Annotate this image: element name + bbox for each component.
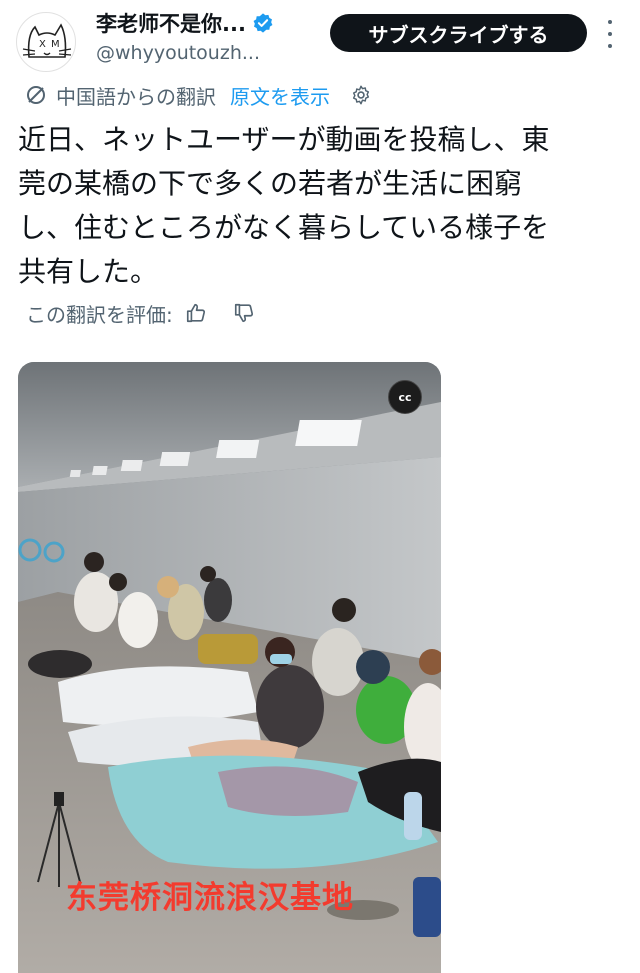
display-name[interactable]: 李老师不是你... xyxy=(96,8,246,38)
translate-icon xyxy=(27,86,45,104)
avatar[interactable]: X M xyxy=(16,12,76,72)
gear-icon[interactable] xyxy=(350,84,372,106)
translation-bar: 中国語からの翻訳 原文を表示 xyxy=(24,80,372,110)
name-row: 李老师不是你... xyxy=(96,8,274,38)
tweet-header: X M 李老师不是你... @whyyoutouzh... サブスクライブする xyxy=(0,0,640,78)
translated-from-label: 中国語からの翻訳 xyxy=(56,84,216,109)
cat-sketch-icon: X M xyxy=(22,23,72,58)
tweet-text: 近日、ネットユーザーが動画を投稿し、東 莞の某橋の下で多くの若者が生活に困窮 し… xyxy=(18,118,618,294)
video-player[interactable]: cc 东莞桥洞流浪汉基地 xyxy=(18,362,441,973)
tweet-line: 莞の某橋の下で多くの若者が生活に困窮 xyxy=(18,167,523,200)
tweet-line: し、住むところがなく暮らしている様子を xyxy=(18,211,550,244)
tweet-line: 共有した。 xyxy=(18,255,159,288)
subscribe-button[interactable]: サブスクライブする xyxy=(330,14,587,52)
svg-text:X: X xyxy=(39,39,46,50)
show-original-link[interactable]: 原文を表示 xyxy=(230,81,330,110)
rate-translation-label: この翻訳を評価: xyxy=(26,302,173,327)
closed-captions-button[interactable]: cc xyxy=(388,380,422,414)
video-watermark-caption: 东莞桥洞流浪汉基地 xyxy=(66,880,354,916)
thumbs-down-icon[interactable] xyxy=(233,302,255,324)
rate-translation-row: この翻訳を評価: xyxy=(26,296,255,330)
user-handle[interactable]: @whyyoutouzh... xyxy=(96,42,260,64)
verified-badge-icon xyxy=(253,13,273,33)
tweet-line: 近日、ネットユーザーが動画を投稿し、東 xyxy=(18,123,550,156)
more-options-icon[interactable] xyxy=(600,20,620,48)
svg-text:M: M xyxy=(51,39,60,50)
thumbs-up-icon[interactable] xyxy=(185,302,207,324)
